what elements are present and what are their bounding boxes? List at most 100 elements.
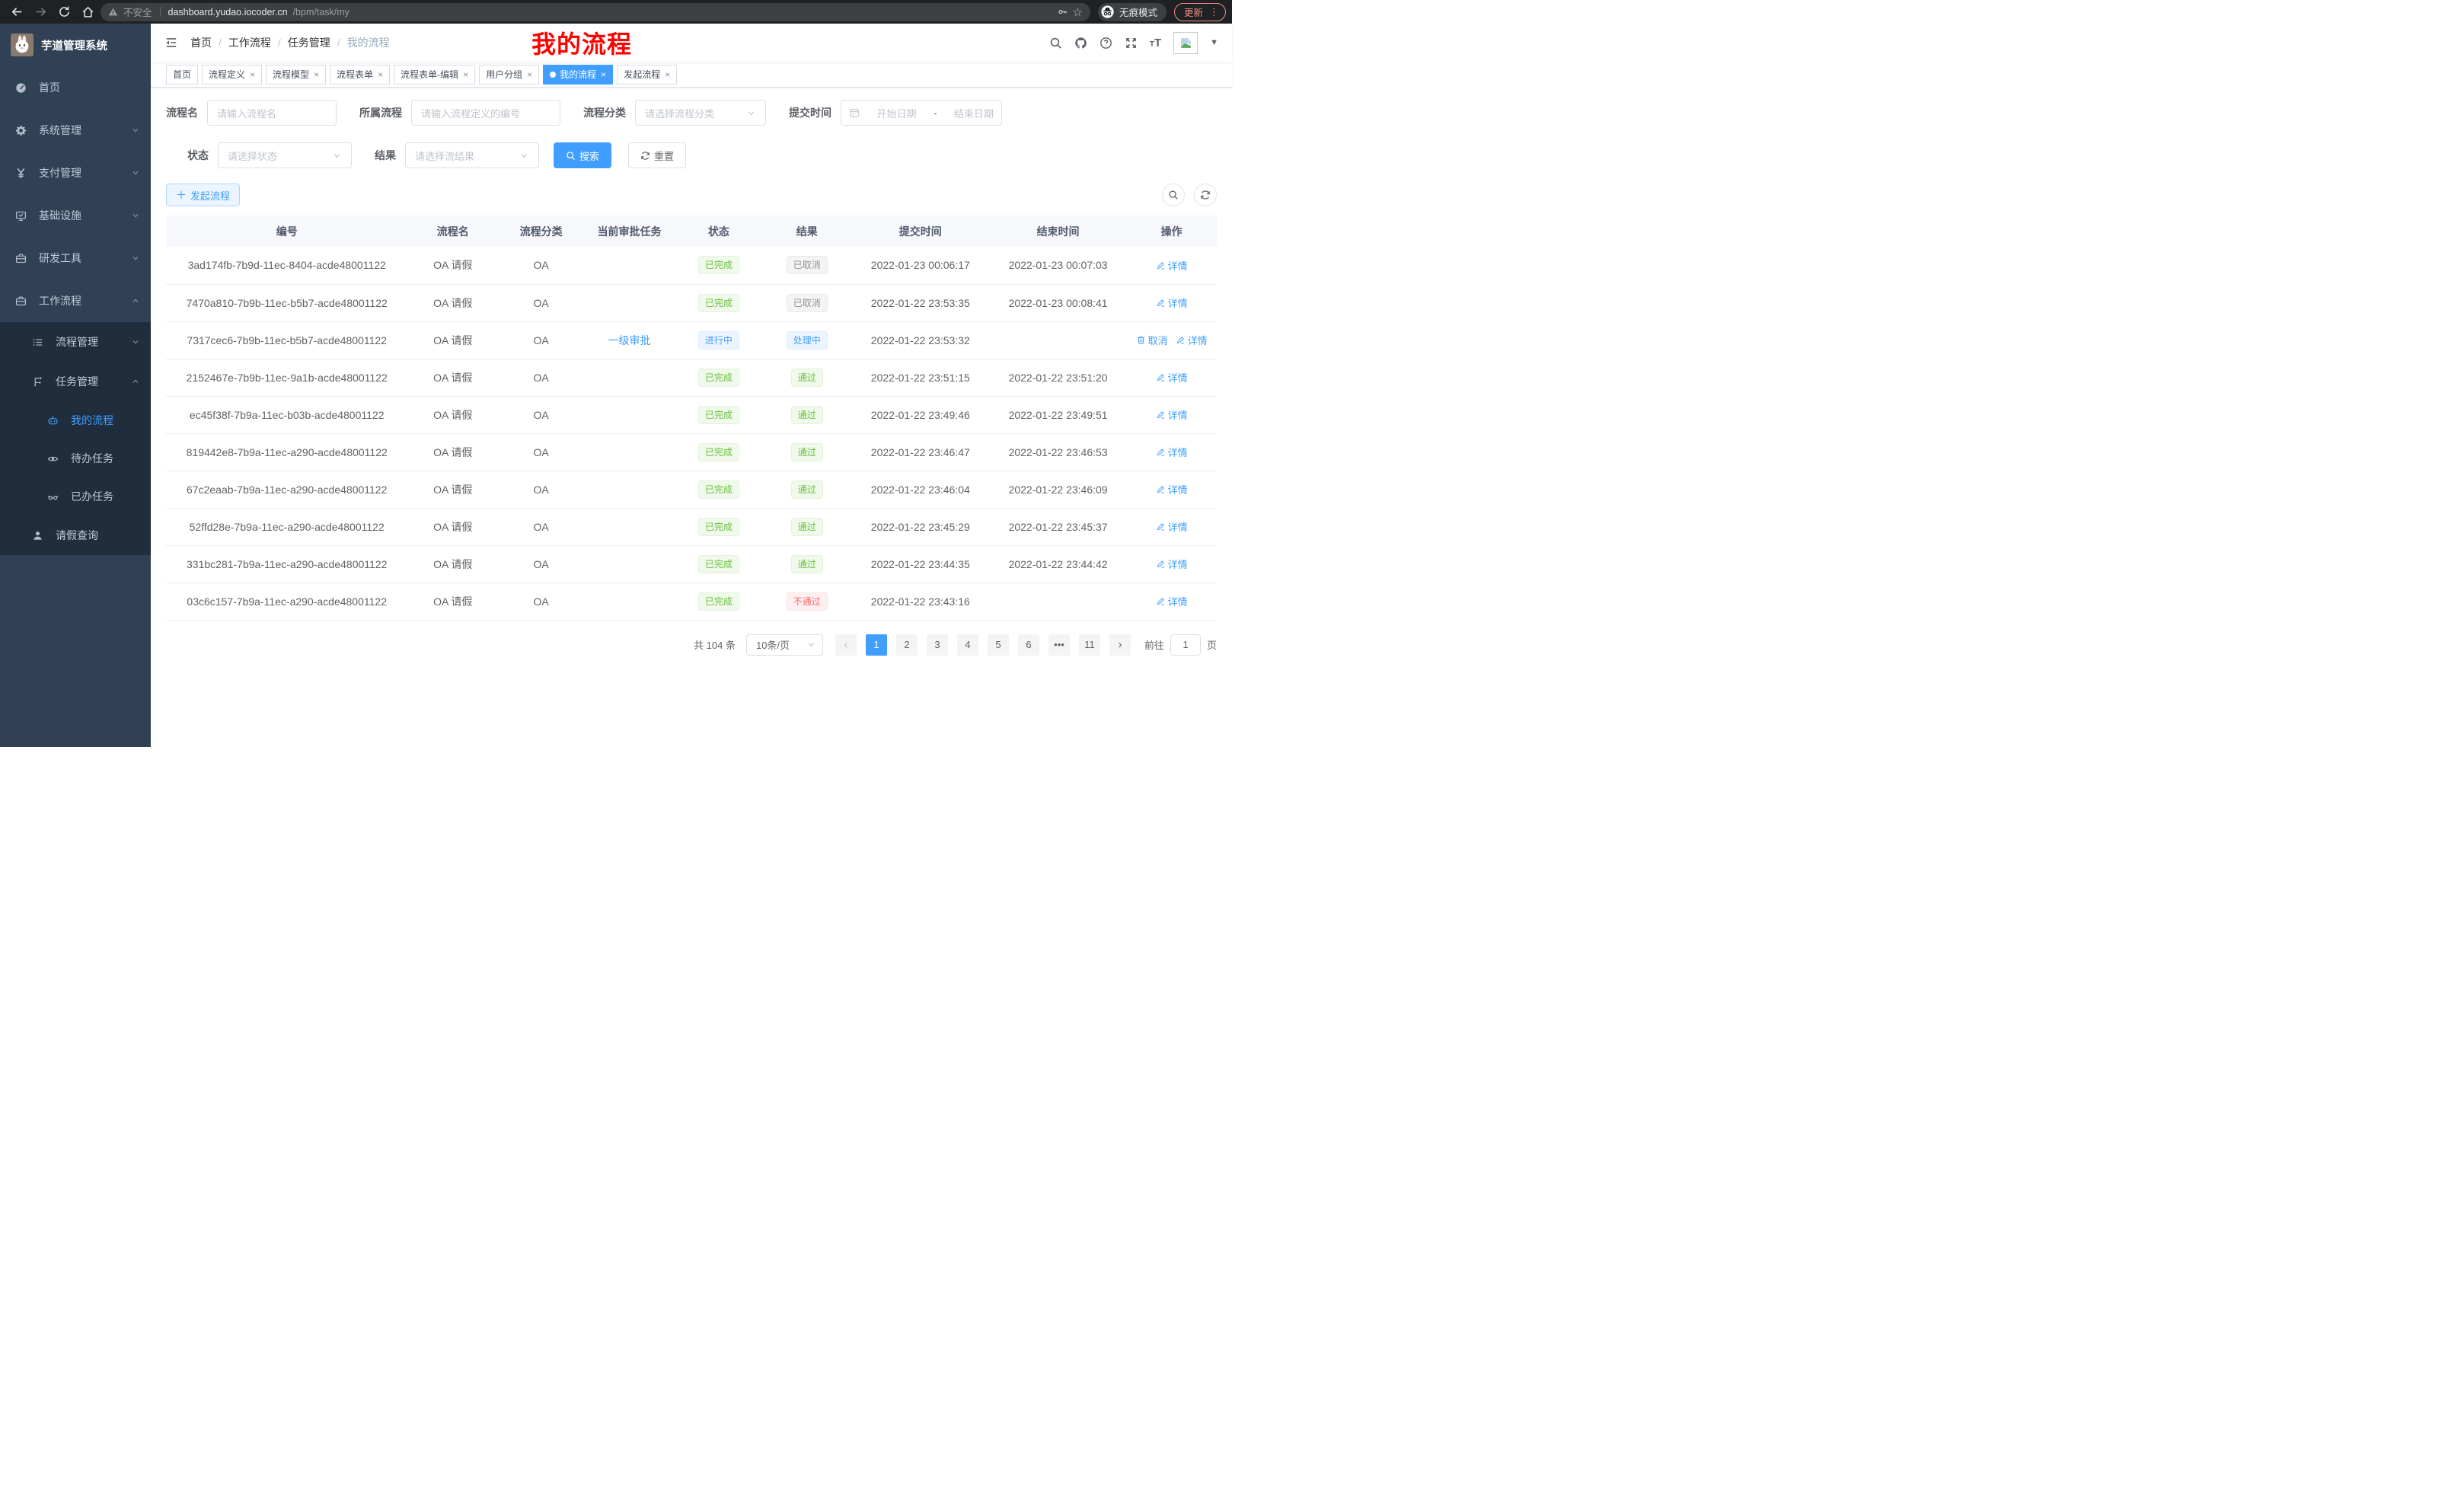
close-icon[interactable]: ×	[601, 70, 606, 79]
create-process-button[interactable]: ＋ 发起流程	[166, 184, 240, 206]
close-icon[interactable]: ×	[527, 70, 532, 79]
caret-down-icon[interactable]: ▼	[1210, 38, 1218, 47]
page-button-2[interactable]: 2	[896, 634, 918, 656]
sidebar-item-5[interactable]: 工作流程	[0, 279, 151, 322]
date-range-picker[interactable]: 开始日期 - 结束日期	[841, 100, 1002, 126]
sidebar-item-0[interactable]: 首页	[0, 66, 151, 109]
menu-dots-icon[interactable]: ⋮	[1209, 6, 1219, 18]
forward-icon[interactable]	[34, 5, 47, 18]
action-detail[interactable]: 详情	[1156, 295, 1188, 310]
tab-3[interactable]: 流程表单×	[330, 65, 390, 85]
action-cancel[interactable]: 取消	[1136, 333, 1168, 347]
eye-icon	[47, 453, 59, 464]
reload-icon[interactable]	[58, 5, 71, 18]
goto-page-input[interactable]: 1	[1170, 634, 1201, 656]
owner-process-input[interactable]: 请输入流程定义的编号	[411, 100, 560, 126]
home-icon[interactable]	[81, 5, 94, 18]
tab-6[interactable]: 我的流程×	[543, 65, 613, 85]
font-size-icon[interactable]: TT	[1150, 37, 1161, 49]
back-icon[interactable]	[11, 5, 24, 18]
tab-7[interactable]: 发起流程×	[617, 65, 677, 85]
refresh-table-button[interactable]	[1194, 184, 1217, 206]
sidebar-item-1[interactable]: 系统管理	[0, 109, 151, 152]
sidebar-item-7[interactable]: 任务管理	[0, 362, 151, 401]
fullscreen-icon[interactable]	[1125, 37, 1138, 49]
tab-5[interactable]: 用户分组×	[479, 65, 539, 85]
hamburger-icon[interactable]	[164, 36, 178, 49]
action-detail[interactable]: 详情	[1156, 594, 1188, 608]
process-name-label: 流程名	[166, 105, 198, 120]
page-button-4[interactable]: 4	[957, 634, 978, 656]
close-icon[interactable]: ×	[250, 70, 255, 79]
star-icon[interactable]: ☆	[1073, 5, 1083, 19]
monitor-icon	[15, 210, 27, 222]
breadcrumb-item[interactable]: 工作流程	[228, 35, 271, 50]
action-detail[interactable]: 详情	[1156, 258, 1188, 273]
tab-1[interactable]: 流程定义×	[202, 65, 262, 85]
security-label[interactable]: 不安全	[123, 5, 152, 19]
close-icon[interactable]: ×	[665, 70, 670, 79]
sidebar-item-2[interactable]: 支付管理	[0, 152, 151, 194]
category-label: 流程分类	[583, 105, 626, 120]
status-select[interactable]: 请选择状态	[218, 142, 352, 168]
result-select[interactable]: 请选择流结果	[405, 142, 539, 168]
task-link[interactable]: 一级审批	[608, 334, 651, 346]
tab-4[interactable]: 流程表单-编辑×	[394, 65, 475, 85]
cell-end-time: 2022-01-22 23:49:51	[990, 396, 1126, 433]
action-detail[interactable]: 详情	[1176, 333, 1208, 347]
sidebar-item-8[interactable]: 我的流程	[0, 401, 151, 439]
logo-rabbit-icon	[11, 34, 34, 56]
breadcrumb-item[interactable]: 任务管理	[288, 35, 330, 50]
action-detail[interactable]: 详情	[1156, 370, 1188, 385]
page-button-1[interactable]: 1	[866, 634, 887, 656]
close-icon[interactable]: ×	[378, 70, 383, 79]
help-icon[interactable]	[1100, 37, 1112, 49]
sidebar-item-11[interactable]: 请假查询	[0, 516, 151, 555]
sidebar-item-6[interactable]: 流程管理	[0, 322, 151, 362]
page-button-11[interactable]: 11	[1079, 634, 1100, 656]
close-icon[interactable]: ×	[463, 70, 468, 79]
key-icon[interactable]	[1058, 7, 1068, 17]
page-size-select[interactable]: 10条/页	[746, 634, 823, 656]
update-button[interactable]: 更新 ⋮	[1174, 3, 1226, 21]
search-button[interactable]: 搜索	[554, 142, 611, 168]
show-search-button[interactable]	[1162, 184, 1185, 206]
yen-icon	[15, 168, 27, 179]
cell-result: 通过	[763, 359, 851, 396]
page-button-3[interactable]: 3	[927, 634, 948, 656]
tab-0[interactable]: 首页	[166, 65, 198, 85]
action-detail[interactable]: 详情	[1156, 482, 1188, 496]
action-detail[interactable]: 详情	[1156, 407, 1188, 422]
search-icon[interactable]	[1049, 37, 1062, 49]
action-detail[interactable]: 详情	[1156, 519, 1188, 534]
page-button-6[interactable]: 6	[1018, 634, 1039, 656]
url-bar[interactable]: 不安全 dashboard.yudao.iocoder.cn/bpm/task/…	[101, 3, 1090, 21]
result-badge: 不通过	[787, 592, 828, 611]
github-icon[interactable]	[1074, 37, 1087, 49]
process-name-input[interactable]: 请输入流程名	[207, 100, 337, 126]
url-path: /bpm/task/my	[293, 7, 349, 18]
sidebar-item-10[interactable]: 已办任务	[0, 477, 151, 516]
category-select[interactable]: 请选择流程分类	[635, 100, 766, 126]
result-badge: 通过	[791, 480, 823, 499]
breadcrumb-item[interactable]: 首页	[190, 35, 212, 50]
action-detail[interactable]: 详情	[1156, 445, 1188, 459]
sidebar-item-9[interactable]: 待办任务	[0, 439, 151, 477]
cell-end-time: 2022-01-22 23:45:37	[990, 508, 1126, 545]
toolbar: ＋ 发起流程	[166, 184, 1217, 206]
app-logo[interactable]: 芋道管理系统	[0, 24, 151, 66]
sidebar-item-4[interactable]: 研发工具	[0, 237, 151, 279]
close-icon[interactable]: ×	[314, 70, 319, 79]
breadcrumb: 首页 / 工作流程 / 任务管理 / 我的流程	[190, 35, 390, 50]
page-button-•••[interactable]: •••	[1048, 634, 1070, 656]
reset-button[interactable]: 重置	[628, 142, 686, 168]
sidebar-item-3[interactable]: 基础设施	[0, 194, 151, 237]
prev-page-button[interactable]: ‹	[835, 634, 857, 656]
col-submit-time: 提交时间	[851, 215, 990, 247]
avatar[interactable]	[1173, 32, 1198, 54]
tab-2[interactable]: 流程模型×	[266, 65, 326, 85]
cell-end-time	[990, 321, 1126, 359]
action-detail[interactable]: 详情	[1156, 557, 1188, 571]
page-button-5[interactable]: 5	[988, 634, 1009, 656]
next-page-button[interactable]: ›	[1109, 634, 1131, 656]
